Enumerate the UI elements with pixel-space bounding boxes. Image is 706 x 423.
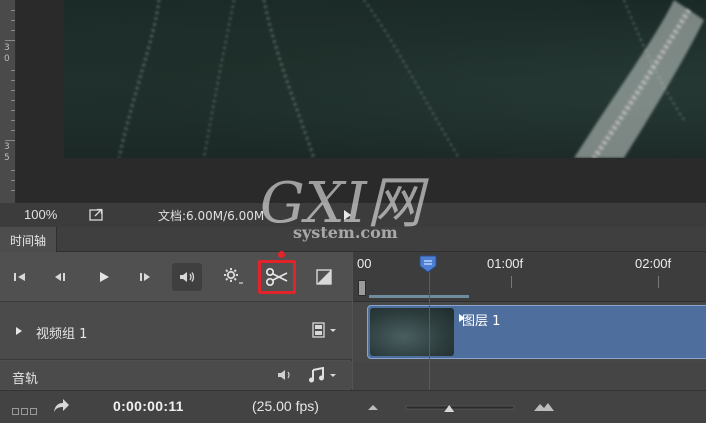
document-image[interactable] [64,0,706,160]
tab-timeline[interactable]: 时间轴 [0,227,58,252]
expand-arrow-icon[interactable] [16,327,22,335]
work-area-start-handle[interactable] [358,280,366,296]
timeline-panel: 时间轴 视频组 1 音轨 00 01:00f 02:00f 图层 1 0:00:… [0,227,706,423]
share-arrow-icon[interactable] [52,398,70,419]
play-icon[interactable] [96,268,112,286]
video-clip[interactable]: 图层 1 [367,305,706,359]
document-size: 文档:6.00M/6.00M [158,209,265,223]
video-group-track[interactable]: 视频组 1 [0,302,352,360]
timeline-bottom-bar: 0:00:00:11 (25.00 fps) [0,390,706,423]
current-timecode[interactable]: 0:00:00:11 [113,398,184,414]
playback-controls [0,251,352,302]
time-label: 01:00f [487,256,524,271]
playhead-handle[interactable] [419,255,437,273]
audio-icon [180,272,195,282]
zoom-level[interactable]: 100% [24,207,57,222]
clip-thumbnail [370,308,454,356]
split-at-playhead-button[interactable] [258,260,296,294]
timeline-tracks-pane[interactable]: 00 01:00f 02:00f 图层 1 [353,252,706,390]
vertical-ruler[interactable]: 3 0 3 5 [0,0,16,203]
speaker-icon[interactable] [276,368,294,387]
time-label: 02:00f [635,256,672,271]
film-strip-icon[interactable] [312,322,338,343]
status-bar: 100% 文档:6.00M/6.00M [0,203,706,227]
panel-tab-bar: 时间轴 [0,227,706,252]
zoom-out-icon [368,405,378,410]
audio-track-label: 音轨 [12,372,39,387]
audio-lane[interactable] [353,362,706,390]
audio-track[interactable]: 音轨 [0,361,352,389]
render-icon[interactable] [12,403,38,421]
ruler-number: 3 [4,43,10,53]
next-frame-icon[interactable] [137,268,153,286]
ruler-number: 0 [4,54,10,64]
scissors-icon [265,267,288,287]
ruler-number: 5 [4,153,10,163]
pasteboard [16,158,706,203]
work-area-bar[interactable] [369,295,469,298]
export-icon[interactable] [89,208,104,221]
zoom-in-icon [534,403,554,411]
status-menu-arrow-icon[interactable] [344,210,351,220]
timeline-zoom-slider[interactable] [368,399,558,417]
highlight-marker [278,251,285,258]
music-note-icon[interactable] [308,366,338,388]
ruler-number: 3 [4,142,10,152]
previous-frame-icon[interactable] [52,268,68,286]
frame-rate: (25.00 fps) [252,398,319,414]
time-ruler[interactable]: 00 01:00f 02:00f [353,252,706,302]
go-to-first-frame-icon[interactable] [12,268,28,286]
transition-icon[interactable] [315,268,333,286]
audio-toggle-button[interactable] [172,263,202,291]
time-label: 00 [357,256,372,271]
playhead-line[interactable] [429,272,430,390]
ocean-wake-image [117,0,704,160]
document-canvas-area: 3 0 3 5 [0,0,706,203]
video-group-label: 视频组 1 [36,327,88,342]
clip-label: 图层 1 [462,314,501,329]
settings-gear-icon[interactable] [222,267,244,285]
